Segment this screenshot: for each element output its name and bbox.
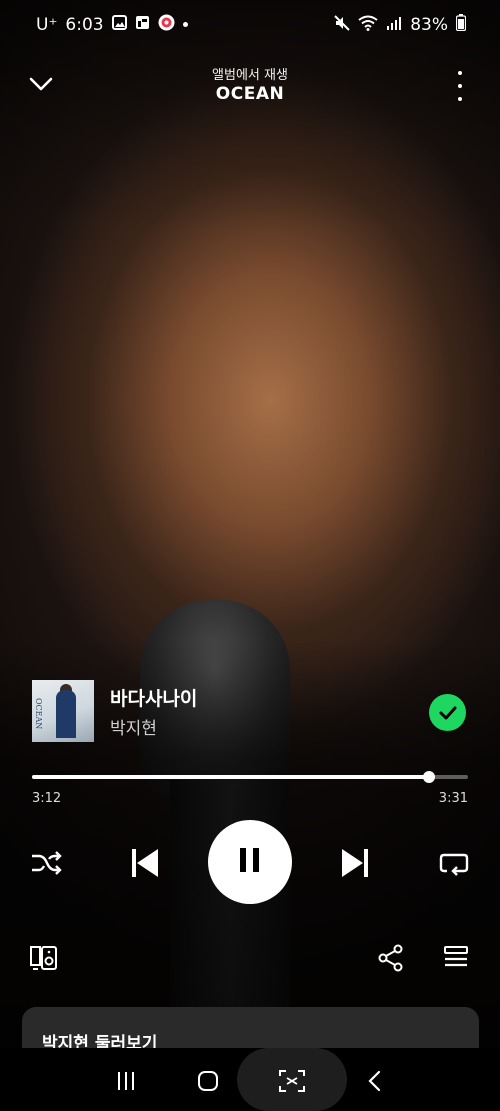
album-context-title[interactable]: OCEAN xyxy=(0,84,500,104)
app-notification-icon xyxy=(135,15,150,34)
queue-icon[interactable] xyxy=(440,942,472,974)
playback-progress-bar[interactable] xyxy=(32,770,468,784)
album-art-figure xyxy=(56,690,76,738)
song-artist[interactable]: 박지현 xyxy=(110,714,157,739)
repeat-icon[interactable] xyxy=(436,846,472,880)
song-title[interactable]: 바다사나이 xyxy=(110,684,197,711)
album-art-text: OCEAN xyxy=(34,698,43,730)
skip-next-icon[interactable] xyxy=(336,844,374,882)
clock: 6:03 xyxy=(65,14,104,35)
playing-from-label: 앨범에서 재생 xyxy=(212,68,288,83)
player-actions xyxy=(0,938,500,978)
playback-controls xyxy=(0,820,500,906)
skip-previous-icon[interactable] xyxy=(126,844,164,882)
gallery-notification-icon xyxy=(111,15,127,34)
pause-button[interactable] xyxy=(208,820,292,904)
status-bar: U⁺ 6:03 83% xyxy=(0,0,500,46)
system-navigation-bar xyxy=(0,1048,500,1111)
wifi-icon xyxy=(358,15,378,35)
total-time: 3:31 xyxy=(438,791,468,806)
album-art[interactable]: OCEAN xyxy=(32,680,94,742)
more-vertical-icon[interactable] xyxy=(456,71,464,101)
carrier-label: U⁺ xyxy=(36,14,58,35)
track-info: OCEAN 바다사나이 박지현 xyxy=(32,680,472,742)
mute-icon xyxy=(334,14,350,35)
pause-icon xyxy=(237,846,263,878)
elapsed-time: 3:12 xyxy=(32,791,62,806)
status-left: U⁺ 6:03 xyxy=(36,14,188,35)
progress-fill xyxy=(32,775,429,779)
screen-capture-icon[interactable] xyxy=(277,1066,307,1096)
recent-apps-icon[interactable] xyxy=(111,1066,141,1096)
player-header: 앨범에서 재생 OCEAN xyxy=(0,56,500,116)
share-icon[interactable] xyxy=(376,942,406,974)
progress-knob[interactable] xyxy=(423,771,435,783)
check-circle-icon[interactable] xyxy=(429,694,466,731)
signal-icon xyxy=(386,16,402,34)
music-app-notification-icon xyxy=(158,14,175,35)
battery-percent: 83% xyxy=(410,14,448,35)
back-icon[interactable] xyxy=(360,1066,390,1096)
home-icon[interactable] xyxy=(193,1066,223,1096)
shuffle-icon[interactable] xyxy=(28,846,64,880)
connect-device-icon[interactable] xyxy=(28,942,60,974)
battery-icon xyxy=(455,14,467,35)
more-notifications-dot-icon xyxy=(182,22,188,27)
status-right: 83% xyxy=(334,14,467,35)
